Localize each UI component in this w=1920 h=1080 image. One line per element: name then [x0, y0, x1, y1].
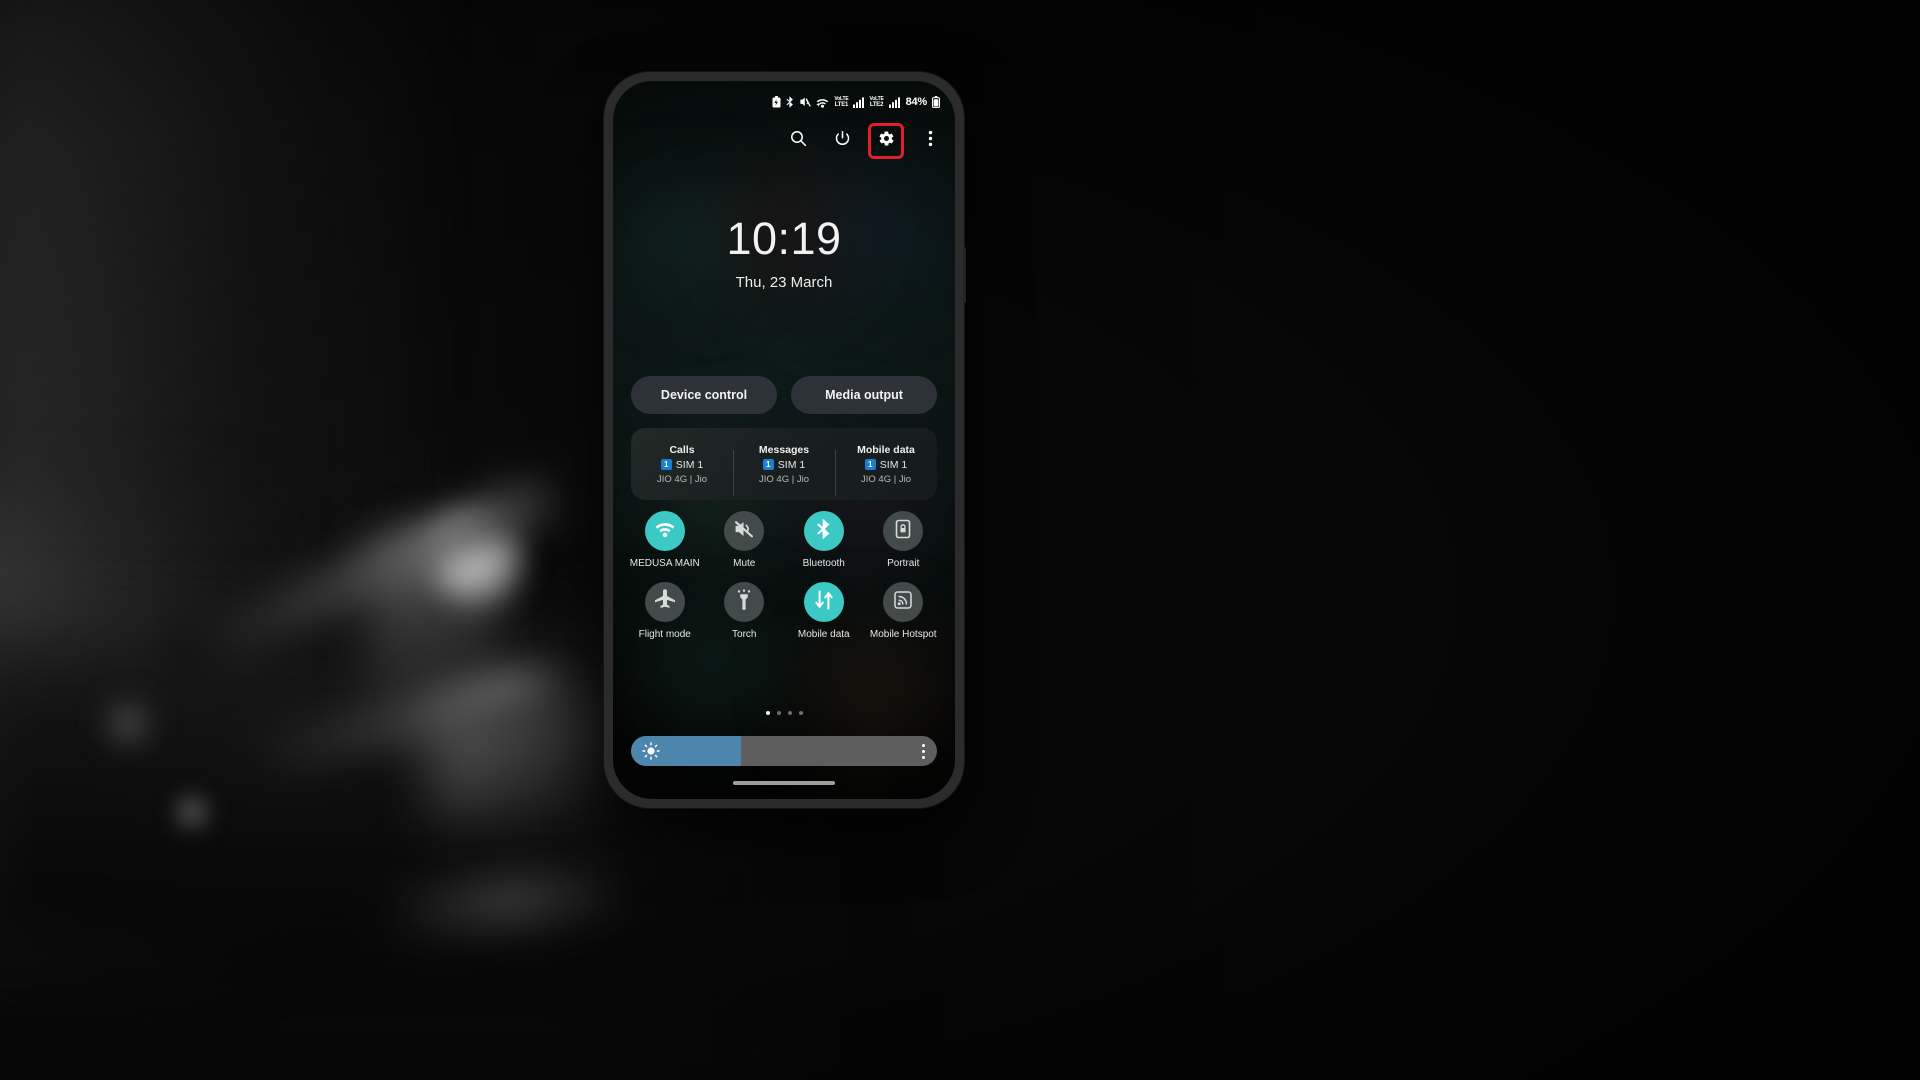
mute-icon — [733, 519, 755, 544]
phone-device-frame: VoLTE LTE1 VoLTE LTE2 84% 10:19 Thu, 23 … — [604, 72, 966, 808]
tile-mobile-data-circle — [803, 582, 844, 622]
more-options-button[interactable] — [915, 126, 945, 156]
sim-status-card: Calls 1 SIM 1 JIO 4G | Jio Messages 1 SI… — [631, 428, 937, 500]
dot — [921, 744, 925, 747]
flashlight-icon — [735, 588, 753, 616]
page-dot-4[interactable] — [798, 711, 803, 715]
settings-button[interactable] — [871, 126, 901, 156]
tile-mute[interactable]: Mute — [705, 511, 785, 570]
battery-saver-icon — [772, 96, 781, 108]
tile-bluetooth-circle — [803, 511, 844, 551]
tile-wifi-label: MEDUSA MAIN — [629, 558, 700, 569]
signal-sim1-icon — [853, 96, 865, 108]
sim-name: SIM 1 — [879, 458, 908, 471]
more-vertical-icon — [928, 130, 933, 152]
volte-sim1-icon: VoLTE LTE1 — [834, 95, 849, 108]
tile-portrait-label: Portrait — [887, 558, 920, 569]
sim-column-mobile-data[interactable]: Mobile data 1 SIM 1 JIO 4G | Jio — [835, 443, 937, 496]
sim-column-sim: 1 SIM 1 — [660, 458, 704, 471]
tile-mobile-data-label: Mobile data — [797, 629, 850, 640]
status-bar: VoLTE LTE1 VoLTE LTE2 84% — [613, 93, 955, 111]
page-dot-2[interactable] — [776, 711, 781, 715]
wifi-icon — [654, 520, 676, 543]
media-output-button[interactable]: Media output — [791, 376, 937, 414]
tile-wifi-circle — [644, 511, 685, 551]
battery-icon — [932, 96, 940, 108]
tile-flight-mode-label: Flight mode — [638, 629, 691, 640]
hotspot-icon — [893, 590, 913, 615]
tile-flight-mode[interactable]: Flight mode — [625, 582, 705, 641]
sim-badge: 1 — [762, 459, 774, 470]
tile-mobile-hotspot-circle — [883, 582, 924, 622]
mute-icon — [799, 96, 812, 108]
home-indicator[interactable] — [733, 781, 835, 785]
clock-area: 10:19 Thu, 23 March — [613, 216, 955, 291]
sim-column-title: Calls — [669, 443, 695, 456]
sim-badge: 1 — [660, 459, 672, 470]
dot — [921, 750, 925, 753]
quick-panel-header — [613, 121, 955, 161]
tile-mute-circle — [724, 511, 765, 551]
quick-settings-tile-grid: MEDUSA MAIN Mute Bluetooth Portrait Flig… — [625, 511, 943, 641]
sim-column-sim: 1 SIM 1 — [762, 458, 806, 471]
tile-bluetooth[interactable]: Bluetooth — [784, 511, 864, 570]
sim-column-title: Mobile data — [857, 443, 915, 456]
search-button[interactable] — [783, 126, 813, 156]
tile-mobile-data[interactable]: Mobile data — [784, 582, 864, 641]
tile-bluetooth-label: Bluetooth — [802, 558, 845, 569]
sim-carrier: JIO 4G | Jio — [759, 473, 809, 485]
signal-sim2-icon — [888, 96, 900, 108]
tile-mobile-hotspot-label: Mobile Hotspot — [869, 629, 937, 640]
sim-column-messages[interactable]: Messages 1 SIM 1 JIO 4G | Jio — [733, 443, 835, 496]
sim-name: SIM 1 — [777, 458, 806, 471]
dot — [921, 756, 925, 759]
sim-column-sim: 1 SIM 1 — [864, 458, 908, 471]
rotation-lock-icon — [894, 519, 912, 544]
tile-torch-label: Torch — [732, 629, 757, 640]
brightness-slider[interactable] — [631, 736, 937, 766]
airplane-icon — [654, 588, 676, 616]
clock-date[interactable]: Thu, 23 March — [613, 274, 955, 291]
gear-icon — [878, 130, 895, 152]
tile-wifi[interactable]: MEDUSA MAIN — [625, 511, 705, 570]
power-icon — [834, 130, 851, 152]
sim-column-title: Messages — [758, 443, 810, 456]
tile-mobile-hotspot[interactable]: Mobile Hotspot — [864, 582, 944, 641]
page-dot-1[interactable] — [765, 711, 770, 715]
tile-mute-label: Mute — [733, 558, 756, 569]
brightness-icon — [642, 742, 660, 760]
tile-portrait[interactable]: Portrait — [864, 511, 944, 570]
quick-action-pill-row: Device control Media output — [631, 376, 937, 414]
tile-flight-mode-circle — [644, 582, 685, 622]
search-icon — [790, 130, 807, 152]
volte-sim2-icon: VoLTE LTE2 — [869, 95, 884, 108]
wifi-icon — [816, 97, 829, 108]
tile-portrait-circle — [883, 511, 924, 551]
device-control-button[interactable]: Device control — [631, 376, 777, 414]
bluetooth-icon — [786, 96, 794, 108]
phone-screen: VoLTE LTE1 VoLTE LTE2 84% 10:19 Thu, 23 … — [613, 81, 955, 799]
clock-time[interactable]: 10:19 — [613, 216, 955, 261]
tile-torch-circle — [724, 582, 765, 622]
brightness-options-button[interactable] — [921, 744, 925, 759]
data-transfer-icon — [813, 589, 835, 616]
tile-torch[interactable]: Torch — [705, 582, 785, 641]
battery-percentage: 84% — [905, 96, 928, 108]
page-dot-3[interactable] — [787, 711, 792, 715]
sim-carrier: JIO 4G | Jio — [657, 473, 707, 485]
sim-carrier: JIO 4G | Jio — [861, 473, 911, 485]
bluetooth-icon — [816, 518, 832, 545]
sim-badge: 1 — [864, 459, 876, 470]
power-button[interactable] — [827, 126, 857, 156]
sim-name: SIM 1 — [675, 458, 704, 471]
sim-column-calls[interactable]: Calls 1 SIM 1 JIO 4G | Jio — [631, 444, 733, 485]
page-indicator[interactable] — [613, 711, 955, 715]
